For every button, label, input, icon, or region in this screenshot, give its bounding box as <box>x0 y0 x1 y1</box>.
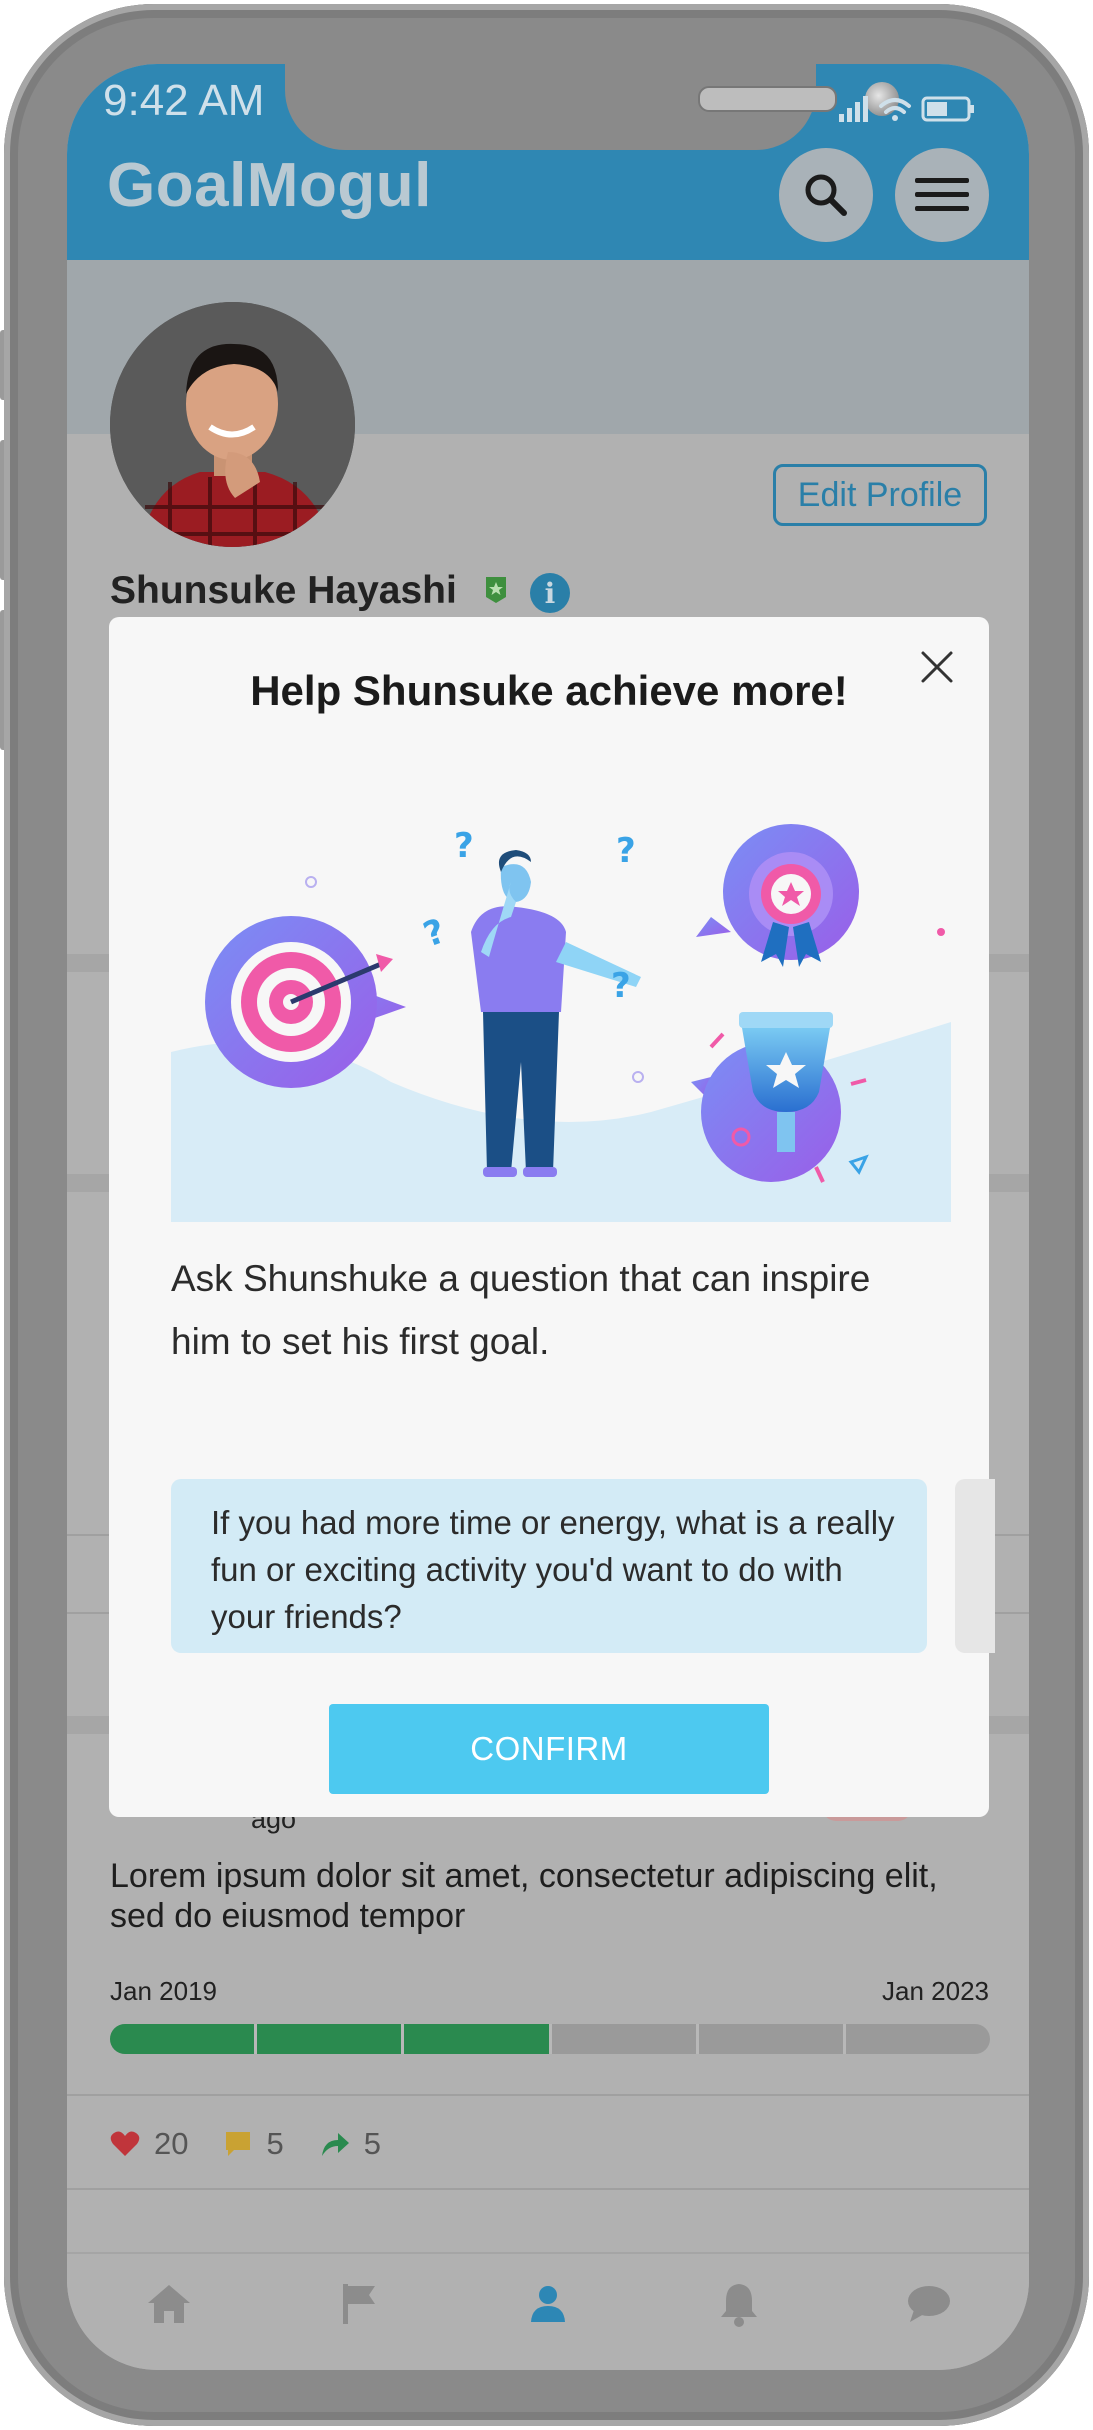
goal-end-date: Jan 2023 <box>882 1976 989 2006</box>
tab-profile[interactable] <box>518 2274 578 2334</box>
wifi-icon <box>879 98 911 121</box>
svg-text:?: ? <box>454 826 474 866</box>
share-count: 5 <box>363 2126 381 2161</box>
progress-segment-complete <box>110 2024 258 2054</box>
home-icon <box>148 2285 190 2323</box>
comment-icon <box>226 2132 251 2156</box>
like-count: 20 <box>154 2126 189 2161</box>
share-icon <box>321 2133 349 2156</box>
post-text: Lorem ipsum dolor sit amet, consectetur … <box>110 1857 938 1935</box>
bell-icon <box>721 2284 757 2327</box>
goal-progress-bar <box>110 2024 990 2054</box>
confirm-button[interactable]: CONFIRM <box>329 1704 769 1794</box>
close-icon[interactable] <box>915 645 959 689</box>
search-icon <box>805 174 847 216</box>
info-icon[interactable]: i <box>530 573 570 613</box>
battery-icon <box>921 96 974 122</box>
tab-chat[interactable] <box>899 2274 959 2334</box>
section-divider <box>67 2094 1029 2096</box>
tab-notifications[interactable] <box>709 2274 769 2334</box>
menu-button[interactable] <box>895 148 989 242</box>
question-card-next[interactable] <box>955 1479 995 1653</box>
question-card[interactable]: If you had more time or energy, what is … <box>171 1479 927 1653</box>
target-icon <box>205 916 406 1088</box>
post-stats: 20 5 5 <box>110 2120 417 2168</box>
comment-count: 5 <box>266 2126 284 2161</box>
phone-notch <box>285 64 899 150</box>
share-stat[interactable]: 5 <box>320 2126 381 2162</box>
flag-icon <box>343 2284 375 2324</box>
progress-segment-complete <box>257 2024 405 2054</box>
goal-illustration: ? ? ? ? <box>171 824 951 1222</box>
help-modal: Help Shunsuke achieve more! ? ? ? ? Ask … <box>109 617 995 1817</box>
avatar[interactable] <box>110 302 355 547</box>
phone-screen: 9:42 AM GoalMogul Edit Profile Shunsuke … <box>67 64 1029 2370</box>
status-time: 9:42 AM <box>103 76 265 125</box>
progress-segment-incomplete <box>846 2024 990 2054</box>
medal-icon <box>696 824 859 967</box>
status-icons <box>837 88 977 128</box>
like-stat[interactable]: 20 <box>110 2126 188 2162</box>
svg-text:?: ? <box>418 911 450 955</box>
heart-icon <box>110 2131 140 2156</box>
svg-text:?: ? <box>616 831 636 871</box>
hamburger-menu-icon <box>915 178 969 211</box>
section-divider <box>67 2188 1029 2190</box>
progress-segment-complete <box>404 2024 552 2054</box>
chat-icon <box>908 2286 950 2322</box>
app-title: GoalMogul <box>107 151 432 220</box>
profile-name: Shunsuke Hayashi <box>110 569 457 612</box>
signal-icon <box>839 96 868 122</box>
goal-start-date: Jan 2019 <box>110 1976 217 2006</box>
search-button[interactable] <box>779 148 873 242</box>
speaker-grille <box>698 86 837 112</box>
modal-title: Help Shunsuke achieve more! <box>250 667 848 714</box>
comment-stat[interactable]: 5 <box>224 2126 284 2162</box>
verified-badge-icon <box>486 577 506 603</box>
tab-goals[interactable] <box>329 2274 389 2334</box>
modal-prompt: Ask Shunshuke a question that can inspir… <box>171 1258 871 1362</box>
edit-profile-button[interactable]: Edit Profile <box>773 464 987 526</box>
bottom-tab-bar <box>67 2252 1029 2370</box>
svg-text:?: ? <box>611 966 631 1006</box>
tab-home[interactable] <box>139 2274 199 2334</box>
question-text: If you had more time or energy, what is … <box>211 1504 895 1635</box>
progress-segment-incomplete <box>699 2024 846 2054</box>
progress-segment-incomplete <box>552 2024 699 2054</box>
profile-icon <box>531 2286 565 2322</box>
